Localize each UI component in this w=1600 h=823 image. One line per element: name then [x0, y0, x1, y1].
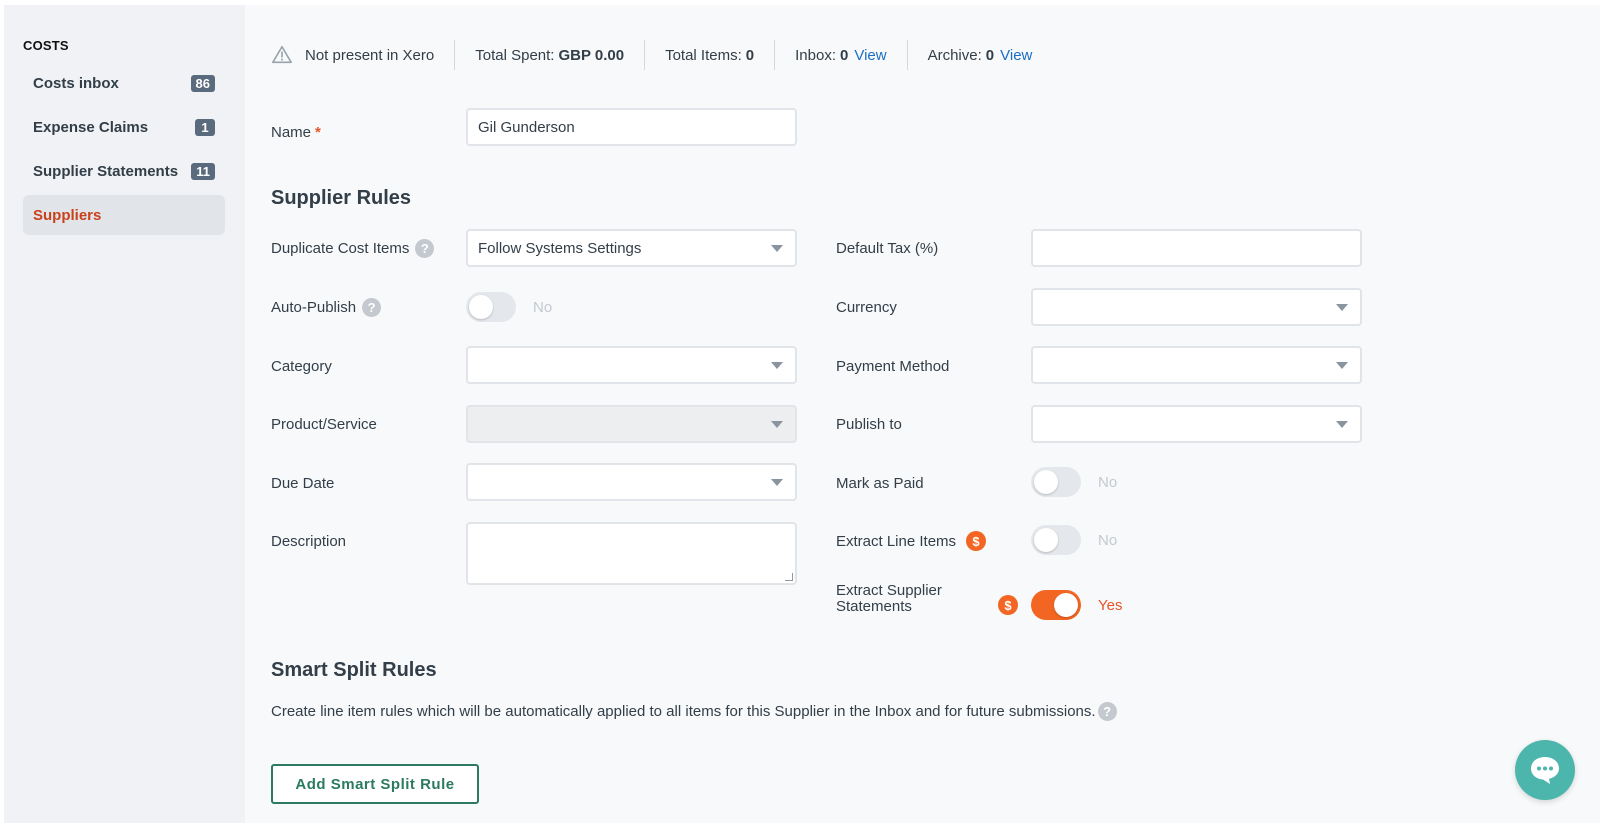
sidebar-item-suppliers[interactable]: Suppliers: [23, 195, 225, 235]
toggle-knob: [1034, 528, 1058, 552]
sidebar-item-expense-claims[interactable]: Expense Claims 1: [23, 107, 225, 147]
name-label: Name *: [271, 117, 321, 147]
inbox-value: 0: [840, 46, 849, 64]
archive-value: 0: [985, 46, 995, 64]
default-tax-label: Default Tax (%): [836, 239, 939, 257]
sidebar-item-label: Costs inbox: [33, 74, 119, 92]
total-items: Total Items: 0: [644, 40, 774, 70]
due-date-select[interactable]: [466, 463, 797, 501]
auto-publish-toggle[interactable]: [466, 292, 516, 322]
sidebar-item-costs-inbox[interactable]: Costs inbox 86: [23, 63, 225, 103]
due-date-label: Due Date: [271, 474, 335, 492]
extract-line-items-label: Extract Line Items $: [836, 526, 987, 556]
chat-launcher-button[interactable]: [1515, 740, 1575, 800]
name-label-text: Name: [271, 123, 312, 141]
add-smart-split-rule-button[interactable]: Add Smart Split Rule: [271, 764, 479, 804]
chevron-down-icon: [1336, 304, 1348, 311]
auto-publish-label: Auto-Publish ?: [271, 292, 382, 322]
description-textarea[interactable]: [466, 522, 797, 585]
extract-supplier-statements-toggle[interactable]: [1031, 590, 1081, 620]
chevron-down-icon: [1336, 421, 1348, 428]
main-content: Not present in Xero Total Spent: GBP 0.0…: [245, 5, 1600, 823]
sidebar-item-supplier-statements[interactable]: Supplier Statements 11: [23, 151, 225, 191]
chevron-down-icon: [771, 245, 783, 252]
duplicate-cost-items-select[interactable]: Follow Systems Settings: [466, 229, 797, 267]
publish-to-label: Publish to: [836, 415, 902, 433]
sidebar-item-label: Suppliers: [33, 206, 102, 224]
supplier-rules-title: Supplier Rules: [271, 187, 412, 209]
sidebar: COSTS Costs inbox 86 Expense Claims 1 Su…: [4, 5, 245, 823]
toggle-knob: [469, 295, 493, 319]
auto-publish-state: No: [533, 299, 553, 316]
dollar-icon: $: [998, 595, 1018, 615]
total-spent-value: GBP 0.00: [558, 46, 625, 64]
toggle-knob: [1054, 593, 1078, 617]
count-badge: 86: [190, 74, 215, 92]
chevron-down-icon: [771, 479, 783, 486]
xero-status-text: Not present in Xero: [305, 46, 435, 64]
currency-label: Currency: [836, 298, 897, 316]
warning-triangle-icon: [272, 45, 292, 64]
chevron-down-icon: [771, 421, 783, 428]
archive-count: Archive: 0 View: [906, 40, 1053, 70]
sidebar-item-label: Supplier Statements: [33, 162, 179, 180]
supplier-summary-bar: Not present in Xero Total Spent: GBP 0.0…: [271, 40, 1052, 70]
chevron-down-icon: [771, 362, 783, 369]
product-service-select[interactable]: [466, 405, 797, 443]
chevron-down-icon: [1336, 362, 1348, 369]
help-icon[interactable]: ?: [1097, 701, 1117, 721]
total-items-value: 0: [745, 46, 755, 64]
publish-to-select[interactable]: [1031, 405, 1362, 443]
inbox-label: Inbox:: [795, 46, 836, 64]
product-service-label: Product/Service: [271, 415, 377, 433]
count-badge: 11: [191, 162, 215, 180]
category-label: Category: [271, 357, 332, 375]
duplicate-cost-items-label-text: Duplicate Cost Items: [271, 239, 410, 257]
auto-publish-label-text: Auto-Publish: [271, 298, 357, 316]
duplicate-cost-items-value: Follow Systems Settings: [478, 239, 642, 257]
total-spent-label: Total Spent:: [475, 46, 555, 64]
inbox-view-link[interactable]: View: [854, 47, 886, 64]
mark-as-paid-label: Mark as Paid: [836, 474, 924, 492]
help-icon[interactable]: ?: [362, 297, 382, 317]
default-tax-input[interactable]: [1031, 229, 1362, 267]
sidebar-item-label: Expense Claims: [33, 118, 149, 136]
extract-supplier-statements-label-line2: Statements: [836, 598, 912, 615]
payment-method-label: Payment Method: [836, 357, 950, 375]
extract-line-items-label-text: Extract Line Items: [836, 532, 957, 550]
help-icon[interactable]: ?: [415, 238, 435, 258]
archive-view-link[interactable]: View: [1000, 47, 1032, 64]
mark-as-paid-state: No: [1098, 474, 1118, 491]
currency-select[interactable]: [1031, 288, 1362, 326]
smart-split-description-text: Create line item rules which will be aut…: [271, 702, 1096, 720]
smart-split-rules-title: Smart Split Rules: [271, 659, 437, 681]
required-mark: *: [315, 123, 321, 141]
extract-line-items-toggle[interactable]: [1031, 525, 1081, 555]
xero-status: Not present in Xero: [271, 40, 454, 70]
dollar-icon: $: [966, 531, 987, 551]
category-select[interactable]: [466, 346, 797, 384]
name-input[interactable]: Gil Gunderson: [466, 108, 797, 146]
chat-bubble-icon: [1531, 757, 1559, 784]
mark-as-paid-toggle[interactable]: [1031, 467, 1081, 497]
total-spent: Total Spent: GBP 0.00: [454, 40, 644, 70]
description-label: Description: [271, 532, 347, 550]
payment-method-select[interactable]: [1031, 346, 1362, 384]
toggle-knob: [1034, 470, 1058, 494]
extract-supplier-statements-label-line1: Extract Supplier: [836, 582, 942, 599]
name-input-value: Gil Gunderson: [478, 118, 575, 136]
inbox-count: Inbox: 0 View: [774, 40, 906, 70]
extract-supplier-statements-label: Extract Supplier Statements: [836, 583, 942, 615]
total-items-label: Total Items:: [665, 46, 742, 64]
archive-label: Archive:: [927, 46, 982, 64]
app-window: COSTS Costs inbox 86 Expense Claims 1 Su…: [4, 5, 1600, 823]
duplicate-cost-items-label: Duplicate Cost Items ?: [271, 233, 435, 263]
sidebar-heading: COSTS: [23, 38, 69, 53]
resize-handle-icon[interactable]: [785, 573, 793, 581]
count-badge: 1: [195, 118, 215, 136]
smart-split-description: Create line item rules which will be aut…: [271, 698, 1117, 724]
extract-supplier-statements-state: Yes: [1098, 597, 1123, 614]
extract-line-items-state: No: [1098, 532, 1118, 549]
